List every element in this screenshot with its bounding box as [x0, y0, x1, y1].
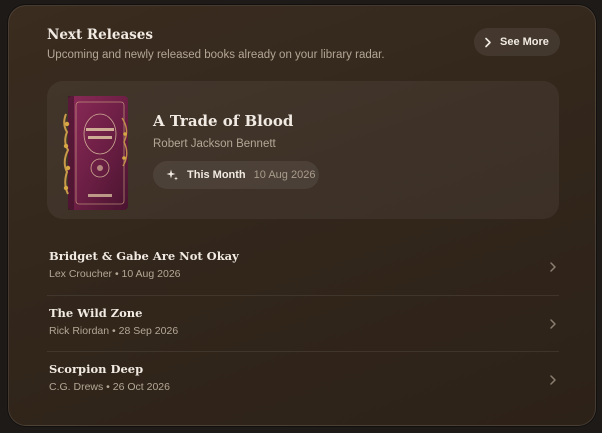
list-item-meta: C.G. Drews • 26 Oct 2026 [49, 381, 170, 393]
list-item-meta: Lex Croucher • 10 Aug 2026 [49, 268, 181, 280]
section-subtitle: Upcoming and newly released books alread… [47, 49, 385, 61]
featured-release[interactable]: A Trade of Blood Robert Jackson Bennett … [47, 81, 559, 219]
list-item[interactable]: Bridget & Gabe Are Not Okay Lex Croucher… [47, 239, 559, 295]
list-item-title: Scorpion Deep [49, 362, 144, 376]
featured-book-title: A Trade of Blood [153, 112, 294, 130]
release-list: Bridget & Gabe Are Not Okay Lex Croucher… [47, 239, 559, 407]
see-more-label: See More [500, 36, 549, 48]
chevron-right-icon [549, 260, 557, 278]
list-item-meta: Rick Riordan • 28 Sep 2026 [49, 325, 179, 337]
release-badge-label: This Month [187, 169, 246, 181]
release-badge-date: 10 Aug 2026 [253, 169, 316, 181]
release-badge: This Month 10 Aug 2026 [153, 161, 319, 189]
chevron-right-icon [549, 317, 557, 335]
list-item[interactable]: The Wild Zone Rick Riordan • 28 Sep 2026 [47, 295, 559, 351]
chevron-right-icon [549, 373, 557, 391]
book-cover-image [62, 94, 132, 212]
see-more-button[interactable]: See More [474, 28, 560, 56]
sparkle-icon [165, 168, 179, 182]
list-item[interactable]: Scorpion Deep C.G. Drews • 26 Oct 2026 [47, 351, 559, 407]
list-item-title: Bridget & Gabe Are Not Okay [49, 249, 239, 263]
featured-book-author: Robert Jackson Bennett [153, 138, 276, 150]
next-releases-card: Next Releases Upcoming and newly release… [8, 5, 596, 426]
section-title: Next Releases [47, 27, 153, 43]
chevron-right-icon [484, 37, 492, 48]
list-item-title: The Wild Zone [49, 306, 143, 320]
